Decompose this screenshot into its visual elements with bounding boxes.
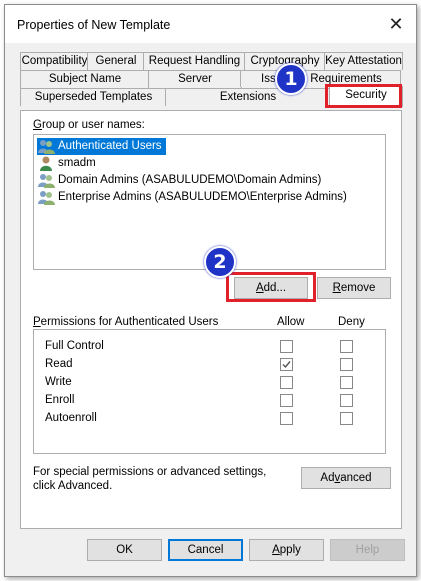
deny-enroll-checkbox[interactable] xyxy=(340,394,353,407)
group-or-user-names-label: Group or user names: xyxy=(33,119,145,131)
deny-full-control-checkbox[interactable] xyxy=(340,340,353,353)
allow-autoenroll-checkbox[interactable] xyxy=(280,412,293,425)
allow-read-checkbox[interactable] xyxy=(280,358,293,371)
tab-row-1: Compatibility General Request Handling C… xyxy=(20,52,403,70)
deny-read-checkbox[interactable] xyxy=(340,358,353,371)
add-button-highlight xyxy=(226,272,316,302)
tab-compatibility[interactable]: Compatibility xyxy=(20,52,89,70)
allow-enroll-checkbox[interactable] xyxy=(280,394,293,407)
title-bar: Properties of New Template ✕ xyxy=(5,5,416,43)
security-panel: Group or user names: Authenticated Users… xyxy=(20,110,402,529)
permissions-list: Full Control Read Write Enroll Autoenrol… xyxy=(33,329,386,454)
window-title: Properties of New Template xyxy=(17,18,171,32)
permission-name: Enroll xyxy=(45,394,75,406)
permission-name: Full Control xyxy=(45,340,104,352)
group-users-icon xyxy=(38,140,55,154)
tab-key-attestation[interactable]: Key Attestation xyxy=(324,52,403,70)
tab-extensions[interactable]: Extensions xyxy=(165,88,331,106)
list-item-enterprise-admins[interactable]: Enterprise Admins (ASABULUDEMO\Enterpris… xyxy=(37,189,351,206)
tab-superseded-templates[interactable]: Superseded Templates xyxy=(20,88,167,106)
ok-button[interactable]: OK xyxy=(87,539,162,561)
tab-request-handling[interactable]: Request Handling xyxy=(143,52,246,70)
permission-name: Write xyxy=(45,376,72,388)
tab-general[interactable]: General xyxy=(87,52,145,70)
permission-name: Read xyxy=(45,358,73,370)
deny-header: Deny xyxy=(338,316,365,328)
group-users-icon xyxy=(38,174,55,188)
security-tab-highlight xyxy=(325,84,402,108)
permissions-label: Permissions for Authenticated Users xyxy=(33,316,219,328)
user-name: Enterprise Admins (ASABULUDEMO\Enterpris… xyxy=(58,191,347,203)
user-name: Authenticated Users xyxy=(58,140,162,152)
special-permissions-text: For special permissions or advanced sett… xyxy=(33,466,267,492)
close-icon[interactable]: ✕ xyxy=(376,5,416,43)
advanced-button[interactable]: Advanced xyxy=(301,467,391,489)
group-users-icon xyxy=(38,191,55,205)
list-item-authenticated-users[interactable]: Authenticated Users xyxy=(37,138,166,155)
apply-button[interactable]: Apply xyxy=(249,539,324,561)
step-2-badge: 2 xyxy=(204,246,236,278)
cancel-button[interactable]: Cancel xyxy=(168,539,243,561)
step-1-badge: 1 xyxy=(275,63,307,95)
remove-button[interactable]: Remove xyxy=(317,277,391,299)
tab-server[interactable]: Server xyxy=(148,70,242,88)
single-user-icon xyxy=(40,156,52,171)
allow-full-control-checkbox[interactable] xyxy=(280,340,293,353)
tab-subject-name[interactable]: Subject Name xyxy=(20,70,150,88)
allow-header: Allow xyxy=(277,316,305,328)
deny-write-checkbox[interactable] xyxy=(340,376,353,389)
list-item-smadm[interactable]: smadm xyxy=(37,155,100,172)
permission-name: Autoenroll xyxy=(45,412,97,424)
properties-dialog: Properties of New Template ✕ Compatibili… xyxy=(4,4,417,577)
user-name: smadm xyxy=(58,157,96,169)
list-item-domain-admins[interactable]: Domain Admins (ASABULUDEMO\Domain Admins… xyxy=(37,172,325,189)
help-button: Help xyxy=(330,539,405,561)
allow-write-checkbox[interactable] xyxy=(280,376,293,389)
deny-autoenroll-checkbox[interactable] xyxy=(340,412,353,425)
user-name: Domain Admins (ASABULUDEMO\Domain Admins… xyxy=(58,174,322,186)
checkmark-icon xyxy=(282,361,291,369)
